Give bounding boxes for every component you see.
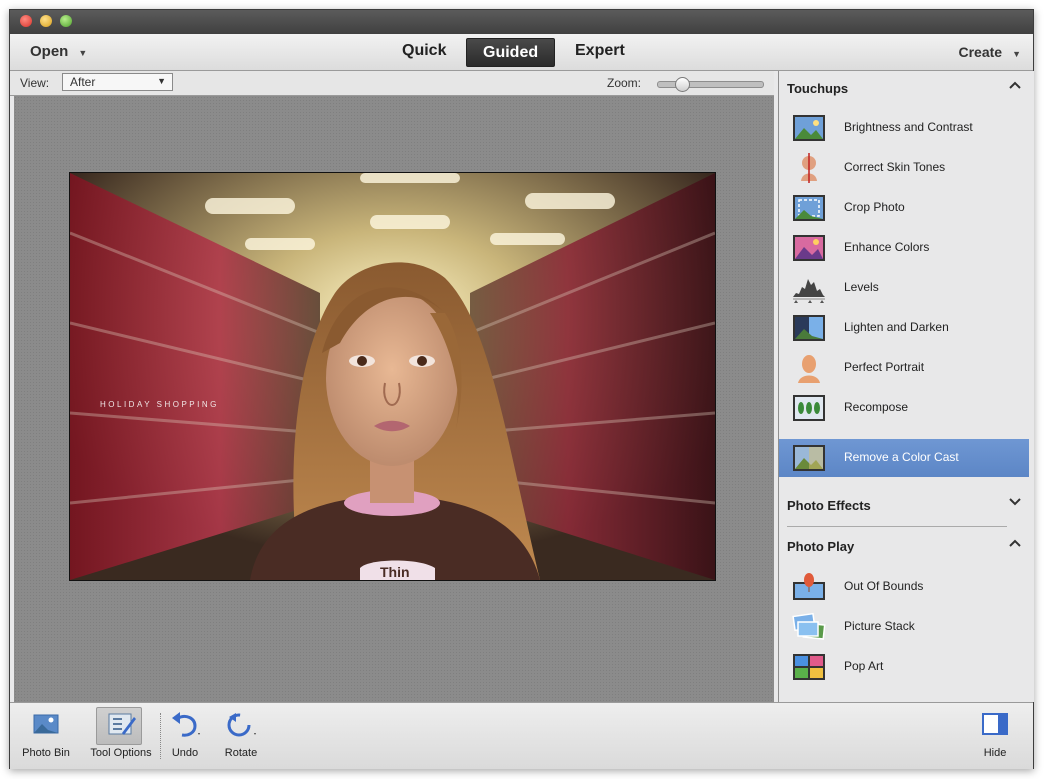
shirt-text: Thin [380,564,410,580]
create-menu[interactable]: Create ▼ [958,44,1021,60]
minimize-window-button[interactable] [40,15,52,27]
chevron-down-icon: ▼ [157,76,166,86]
title-bar [10,10,1033,34]
undo-label: Undo [171,747,199,759]
photo-effects-title: Photo Effects [787,498,871,513]
pop-art-icon [793,654,825,680]
chevron-up-icon[interactable] [1008,78,1022,92]
photo-bin-label: Photo Bin [22,747,70,759]
tool-options-label: Tool Options [90,747,152,759]
touchup-item-recompose[interactable]: Recompose [779,389,1029,427]
levels-icon [793,279,825,303]
undo-icon [172,712,200,737]
open-menu-label: Open [30,43,69,60]
touchups-header[interactable]: Touchups [779,71,1034,107]
chevron-down-icon[interactable] [1008,495,1022,509]
open-caret-icon: ▼ [78,48,88,58]
chevron-up-icon[interactable] [1008,536,1022,550]
photo-bin-icon [33,714,59,734]
photoplay-item-pop-art[interactable]: Pop Art [779,648,1029,686]
photo-play-title: Photo Play [787,539,855,554]
close-window-button[interactable] [20,15,32,27]
rotate-icon [227,713,256,737]
rotate-label: Rotate [224,747,258,759]
bottom-toolbar: Photo Bin Tool Options Undo Rotate Hide [10,702,1033,769]
photoplay-label-picture-stack: Picture Stack [844,619,915,633]
zoom-label: Zoom: [607,76,642,90]
tool-options-button[interactable]: Tool Options [86,707,156,761]
view-select[interactable]: After ▼ [62,73,173,91]
photoplay-item-picture-stack[interactable]: Picture Stack [779,608,1029,646]
perfect-portrait-icon [798,355,820,383]
touchup-item-correct-skin-tones[interactable]: Correct Skin Tones [779,149,1029,187]
document-photo: Thin HOLIDAY SHOPPING [69,172,716,581]
touchup-label-brightness-contrast: Brightness and Contrast [844,120,973,134]
tab-guided[interactable]: Guided [466,38,556,67]
view-select-value: After [70,75,96,89]
app-window: Open ▼ Quick Guided Expert Create ▼ View: … [9,9,1034,769]
undo-button[interactable]: Undo [162,707,208,761]
touchup-label-remove-color-cast: Remove a Color Cast [844,450,959,464]
photoplay-label-pop-art: Pop Art [844,659,884,673]
photo-bin-button[interactable]: Photo Bin [16,707,76,761]
brightness-contrast-icon [793,115,825,141]
tab-quick[interactable]: Quick [402,42,446,60]
touchup-label-enhance-colors: Enhance Colors [844,240,930,254]
hide-panel-icon [982,713,1008,735]
zoom-slider[interactable] [657,77,764,92]
touchup-label-levels: Levels [844,280,879,294]
touchup-item-enhance-colors[interactable]: Enhance Colors [779,229,1029,267]
skin-tone-icon [801,153,817,183]
hide-panel-button[interactable]: Hide [970,707,1020,761]
section-divider [787,526,1007,527]
photo-image: Thin HOLIDAY SHOPPING [70,173,715,580]
touchup-label-lighten-darken: Lighten and Darken [844,320,949,334]
touchup-item-remove-color-cast[interactable]: Remove a Color Cast [779,439,1029,477]
tab-expert[interactable]: Expert [575,42,625,60]
touchups-title: Touchups [787,81,849,96]
touchup-label-crop-photo: Crop Photo [844,200,905,214]
create-caret-icon: ▼ [1012,49,1021,59]
touchup-item-lighten-darken[interactable]: Lighten and Darken [779,309,1029,347]
mode-bar: Open ▼ Quick Guided Expert Create ▼ [10,34,1033,71]
view-label: View: [20,76,50,90]
options-bar: View: After ▼ Zoom: [10,71,774,96]
recompose-icon [793,395,825,421]
photo-effects-header[interactable]: Photo Effects [779,488,1034,524]
enhance-colors-icon [793,235,825,261]
touchup-label-perfect-portrait: Perfect Portrait [844,360,925,374]
zoom-window-button[interactable] [60,15,72,27]
tool-options-icon [108,713,136,735]
guided-panel: Touchups Brightness and Contrast Correct… [778,71,1034,702]
image-canvas[interactable]: Thin HOLIDAY SHOPPING [14,96,774,702]
hide-label: Hide [983,747,1007,759]
rotate-button[interactable]: Rotate [216,707,266,761]
zoom-slider-thumb[interactable] [675,77,690,92]
photoplay-item-out-of-bounds[interactable]: Out Of Bounds [779,568,1029,606]
touchup-item-brightness-contrast[interactable]: Brightness and Contrast [779,109,1029,147]
create-menu-label: Create [958,44,1003,60]
photoplay-label-out-of-bounds: Out Of Bounds [844,579,924,593]
lighten-darken-icon [793,315,825,341]
touchup-label-correct-skin-tones: Correct Skin Tones [844,160,946,174]
photo-play-header[interactable]: Photo Play [779,529,1034,565]
out-of-bounds-icon [793,573,825,600]
touchup-item-levels[interactable]: Levels [779,269,1029,307]
remove-color-cast-icon [793,445,825,471]
touchup-item-crop-photo[interactable]: Crop Photo [779,189,1029,227]
open-menu[interactable]: Open ▼ [30,43,87,60]
photo-caption: HOLIDAY SHOPPING [100,400,219,409]
touchup-item-perfect-portrait[interactable]: Perfect Portrait [779,349,1029,387]
crop-photo-icon [793,195,825,221]
touchup-label-recompose: Recompose [844,400,909,414]
picture-stack-icon [792,612,826,640]
